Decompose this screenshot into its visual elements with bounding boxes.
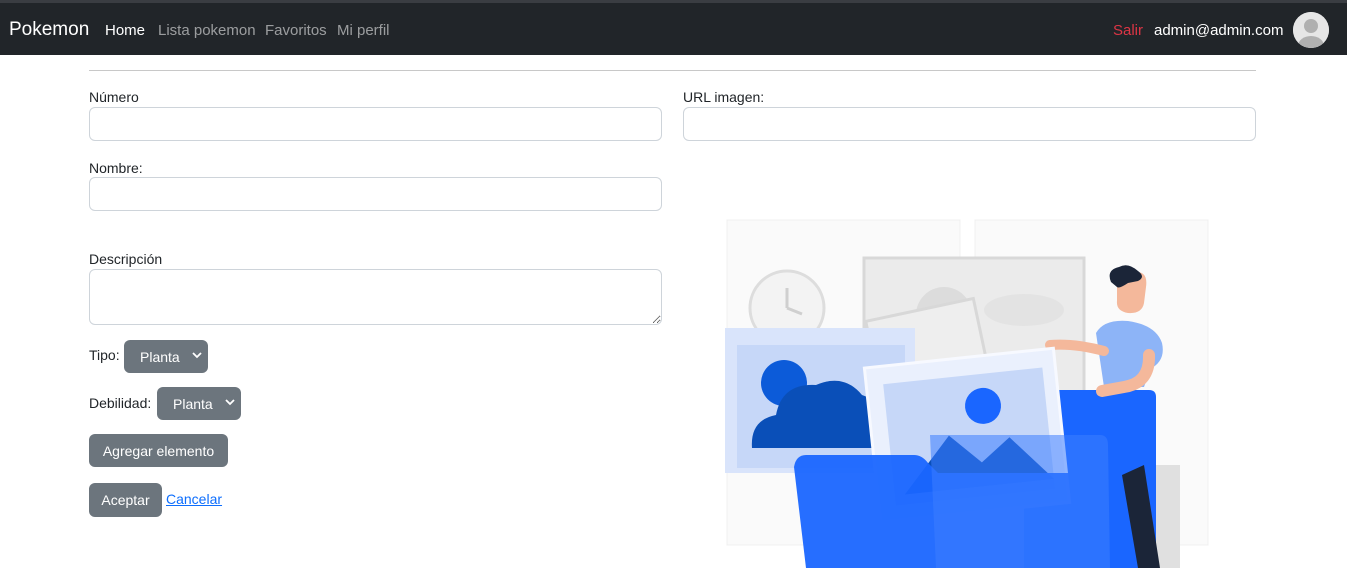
agregar-elemento-button[interactable]: Agregar elemento <box>89 434 228 467</box>
nombre-label: Nombre: <box>89 160 143 176</box>
nav-lista-pokemon[interactable]: Lista pokemon <box>158 22 256 39</box>
tipo-selected-value: Planta <box>140 348 180 365</box>
chevron-down-icon <box>192 352 202 359</box>
debilidad-label: Debilidad: <box>89 395 152 411</box>
aceptar-button[interactable]: Aceptar <box>89 483 162 517</box>
numero-input[interactable] <box>89 107 662 141</box>
tipo-select[interactable]: Planta <box>124 340 208 373</box>
top-navbar: Pokemon Home Lista pokemon Favoritos Mi … <box>0 0 1347 55</box>
url-imagen-label: URL imagen: <box>683 89 765 105</box>
descripcion-label: Descripción <box>89 251 163 267</box>
nav-mi-perfil[interactable]: Mi perfil <box>337 22 390 39</box>
brand-logo[interactable]: Pokemon <box>9 19 89 41</box>
nav-home[interactable]: Home <box>105 22 145 39</box>
chevron-down-icon <box>225 399 235 406</box>
numero-label: Número <box>89 89 139 105</box>
cancelar-link[interactable]: Cancelar <box>166 491 222 507</box>
debilidad-select[interactable]: Planta <box>157 387 241 420</box>
nombre-input[interactable] <box>89 177 662 211</box>
tipo-label: Tipo: <box>89 347 120 363</box>
user-email: admin@admin.com <box>1154 22 1284 39</box>
nav-favoritos[interactable]: Favoritos <box>265 22 327 39</box>
user-avatar-icon[interactable] <box>1293 12 1329 48</box>
debilidad-selected-value: Planta <box>173 395 213 412</box>
url-imagen-input[interactable] <box>683 107 1256 141</box>
image-upload-illustration <box>725 219 1209 568</box>
descripcion-textarea[interactable] <box>89 269 662 325</box>
form-divider <box>89 70 1256 71</box>
logout-link[interactable]: Salir <box>1113 22 1143 39</box>
